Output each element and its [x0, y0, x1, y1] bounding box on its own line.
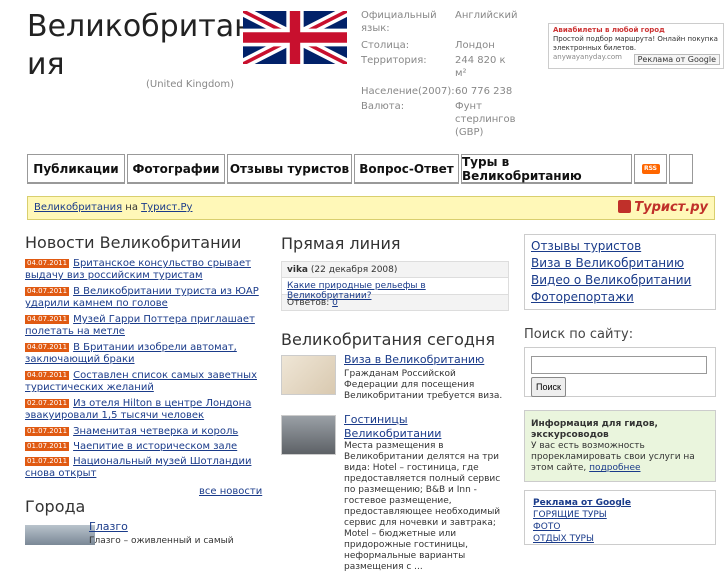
page-subtitle: (United Kingdom)	[146, 79, 235, 90]
fact-value: Английский	[455, 10, 518, 21]
news-link[interactable]: Чаепитие в историческом зале	[73, 441, 237, 452]
city-thumbnail[interactable]	[25, 525, 95, 545]
fact-key: Валюта:	[361, 101, 405, 112]
date-badge: 04.07.2011	[25, 343, 70, 352]
search-title: Поиск по сайту:	[524, 327, 634, 342]
tab-photos[interactable]: Фотографии	[127, 154, 225, 184]
news-title: Новости Великобритании	[25, 233, 242, 252]
side-ad-block: Реклама от Google ГОРЯЩИЕ ТУРЫ ФОТО ОТДЫ…	[524, 490, 716, 545]
breadcrumb-link-country[interactable]: Великобритания	[34, 202, 122, 213]
fact-key: Территория:	[361, 55, 427, 66]
gift-icon	[618, 200, 632, 213]
page-title: Великобритания	[27, 9, 254, 82]
tab-qa[interactable]: Вопрос-Ответ	[354, 154, 459, 184]
breadcrumb-link-site[interactable]: Турист.Ру	[141, 202, 192, 213]
tab-rss[interactable]: RSS	[634, 154, 667, 184]
sidebar-link-photos[interactable]: Фоторепортажи	[531, 289, 709, 306]
date-badge: 01.07.2011	[25, 427, 70, 436]
answers-row: Ответов: 0	[282, 295, 508, 311]
sidebar-link-visa[interactable]: Виза в Великобританию	[531, 255, 709, 272]
live-title: Прямая линия	[281, 234, 401, 253]
news-item: 01.07.2011 Знаменитая четверка и король	[25, 426, 270, 438]
today-title: Великобритания сегодня	[281, 330, 495, 349]
today-description: Места размещения в Великобритании делятс…	[344, 441, 501, 572]
news-item: 01.07.2011 Чаепитие в историческом зале	[25, 441, 270, 453]
question-row: Какие природные рельефы в Великобритании…	[282, 278, 508, 301]
google-ads-link[interactable]: Реклама от Google	[533, 497, 707, 509]
search-form: Поиск	[524, 347, 716, 397]
fact-value: 60 776 238	[455, 86, 513, 97]
hotel-thumbnail[interactable]	[281, 415, 336, 455]
news-item: 04.07.2011 В Британии изобрели автомат, з…	[25, 342, 270, 366]
date-badge: 02.07.2011	[25, 399, 70, 408]
tab-reviews[interactable]: Отзывы туристов	[227, 154, 352, 184]
cities-title: Города	[25, 497, 86, 516]
turister-logo[interactable]: Турист.ру	[618, 200, 708, 215]
fact-key: Столица:	[361, 40, 410, 51]
visa-thumbnail[interactable]	[281, 355, 336, 395]
date-badge: 01.07.2011	[25, 442, 70, 451]
news-item: 04.07.2011 В Великобритании туриста из ЮА…	[25, 286, 270, 310]
uk-flag-icon	[243, 11, 347, 64]
fact-key: Население(2007):	[361, 86, 455, 97]
logo-text[interactable]: Турист.ру	[634, 200, 708, 215]
news-item: 02.07.2011 Из отеля Hilton в центре Лондо…	[25, 398, 270, 422]
news-item: 01.07.2011 Национальный музей Шотландии с…	[25, 456, 270, 480]
rss-icon[interactable]: RSS	[641, 163, 660, 174]
sidebar-links: Отзывы туристов Виза в Великобританию Ви…	[524, 234, 716, 310]
news-item: 04.07.2011 Британское консульство срывает…	[25, 258, 270, 282]
google-ad-badge[interactable]: Реклама от Google	[633, 54, 720, 65]
news-item: 04.07.2011 Музей Гарри Поттера приглашает…	[25, 314, 270, 338]
date-badge: 04.07.2011	[25, 287, 70, 296]
today-link[interactable]: Виза в Великобританию	[344, 353, 484, 367]
tab-publications[interactable]: Публикации	[27, 154, 125, 184]
fact-value: Лондон	[455, 40, 495, 51]
breadcrumb-separator: на	[125, 202, 138, 213]
main-menu: Публикации Фотографии Отзывы туристов Во…	[27, 154, 695, 184]
fact-value: Фунт стерлингов (GBP)	[455, 101, 516, 138]
all-news-link[interactable]: все новости	[199, 486, 262, 497]
guide-title: Информация для гидов, экскурсоводов	[531, 419, 658, 440]
top-ad-block[interactable]: Авиабилеты в любой город Простой подбор …	[548, 23, 724, 69]
ad-heading[interactable]: Авиабилеты в любой город	[553, 26, 719, 35]
breadcrumb: Великобритания на Турист.Ру Турист.ру	[27, 196, 715, 220]
tab-extra	[669, 154, 693, 184]
tab-tours[interactable]: Туры в Великобританию	[461, 154, 632, 184]
news-item: 04.07.2011 Составлен список самых заветны…	[25, 370, 270, 394]
date-badge: 04.07.2011	[25, 315, 70, 324]
search-button[interactable]: Поиск	[531, 376, 566, 397]
today-description: Гражданам Российской Федерации для посещ…	[344, 369, 503, 401]
question-meta: vika (22 декабря 2008)	[282, 262, 508, 278]
ad-text: Простой подбор маршрута! Онлайн покупка …	[553, 35, 718, 52]
ad-link[interactable]: ФОТО	[533, 521, 707, 533]
guide-info-box: Информация для гидов, экскурсоводов У ва…	[524, 410, 716, 482]
question-date: (22 декабря 2008)	[310, 265, 398, 275]
date-badge: 04.07.2011	[25, 259, 70, 268]
sidebar-link-reviews[interactable]: Отзывы туристов	[531, 238, 709, 255]
live-question-box: vika (22 декабря 2008) Какие природные р…	[281, 261, 509, 311]
city-link[interactable]: Глазго	[89, 520, 128, 533]
answers-count-link[interactable]: 0	[332, 298, 338, 308]
guide-more-link[interactable]: подробнее	[589, 463, 640, 473]
search-input[interactable]	[531, 355, 707, 374]
question-user: vika	[287, 265, 309, 275]
answers-label: Ответов:	[287, 298, 330, 308]
sidebar-link-video[interactable]: Видео о Великобритании	[531, 272, 709, 289]
fact-value: 244 820 к м²	[455, 55, 506, 79]
fact-key: Официальный язык:	[361, 10, 437, 34]
news-link[interactable]: Знаменитая четверка и король	[73, 426, 238, 437]
ad-link[interactable]: ГОРЯЩИЕ ТУРЫ	[533, 509, 707, 521]
date-badge: 01.07.2011	[25, 457, 70, 466]
date-badge: 04.07.2011	[25, 371, 70, 380]
today-link[interactable]: Гостиницы Великобритании	[344, 413, 464, 441]
ad-link[interactable]: ОТДЫХ ТУРЫ	[533, 533, 707, 545]
